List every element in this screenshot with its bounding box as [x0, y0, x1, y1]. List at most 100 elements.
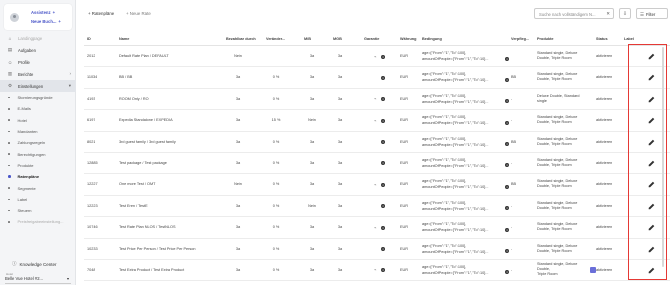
pencil-icon[interactable] [648, 53, 655, 60]
sidebar-item-0[interactable]: ⌂ Landingpage [0, 32, 76, 44]
sidebar-item-1[interactable]: ▤ Aufgaben [0, 44, 76, 56]
sidebar-subitem-3[interactable]: Mandanten [0, 126, 76, 137]
cell-mgb: 3a [337, 118, 343, 123]
sidebar-subitem-11[interactable]: Preisfreigabeeinstellung... [0, 216, 76, 227]
info-icon[interactable]: i [381, 75, 385, 80]
info-icon[interactable]: i [381, 182, 385, 187]
cell-paid: Nein [234, 182, 242, 187]
column-header[interactable]: MGB [333, 37, 342, 41]
pencil-icon[interactable] [648, 181, 655, 188]
info-icon[interactable]: i [505, 142, 509, 147]
cell-products-line: Double, Triple Room [537, 227, 572, 232]
add-rateplan-button[interactable]: + Ratenpläne [88, 11, 114, 16]
table-row[interactable]: 12885 Test package / Test package 3a 0 % 3a 3… [84, 153, 670, 175]
help-circle-icon: ⓘ [12, 261, 17, 266]
sidebar-subitem-8[interactable]: Segmente [0, 182, 76, 193]
avatar[interactable] [10, 13, 19, 22]
info-icon[interactable]: i [381, 118, 385, 123]
table-row[interactable]: 10233 Test Price Per Person / Test Price … [84, 239, 670, 260]
sidebar-item-4[interactable]: ⚙ Einstellungen ▾ [0, 80, 76, 92]
table-row[interactable]: 11034 BB / BB 3a 0 % 3a 3a i EUR age=["From":"1"… [84, 67, 670, 89]
column-header[interactable]: M/B [304, 37, 311, 41]
pencil-icon[interactable] [648, 96, 655, 103]
column-header[interactable]: Verpfleg... [511, 37, 529, 41]
sidebar-subitem-label: Berechtigungen [17, 151, 46, 157]
table-row[interactable]: 4193 ROOM Only / RO 3a 0 % 3a 3a ⌁ i EUR age=["Fr… [84, 89, 670, 111]
pencil-icon[interactable] [648, 246, 655, 253]
sidebar-subitem-2[interactable]: Hotel [0, 115, 76, 126]
pencil-icon[interactable] [648, 224, 655, 231]
column-header[interactable]: Name [119, 37, 129, 41]
column-header[interactable]: ID [87, 37, 91, 41]
sidebar-subitem-6[interactable]: Produkte [0, 160, 76, 171]
scrollbar[interactable] [662, 47, 664, 267]
column-header[interactable]: Produkte [537, 37, 553, 41]
hotel-select[interactable]: Belle Vue Hotel #2... ▾ [5, 276, 71, 284]
sidebar-subitem-9[interactable]: Label [0, 194, 76, 205]
filter-button[interactable]: ☰ Filter [636, 8, 668, 19]
hotel-select-value: Belle Vue Hotel #2... [5, 276, 44, 281]
column-header[interactable]: Bedingung [422, 37, 442, 41]
info-icon[interactable]: i [505, 120, 509, 125]
column-header[interactable]: Label [624, 37, 634, 41]
column-header[interactable]: Währung [400, 37, 416, 41]
cell-paid: 3a [235, 225, 241, 230]
info-icon[interactable]: i [381, 161, 385, 166]
info-icon[interactable]: i [505, 227, 509, 232]
pencil-icon[interactable] [648, 74, 655, 81]
sidebar-subitem-4[interactable]: Zahlungsregeln [0, 137, 76, 148]
info-icon[interactable]: i [505, 56, 509, 61]
new-rate-button[interactable]: + Neue Rate [126, 11, 151, 16]
info-icon[interactable]: i [381, 140, 385, 145]
cell-mgb: 3a [337, 203, 343, 208]
info-icon[interactable]: i [381, 247, 385, 252]
bullet-icon [8, 175, 11, 178]
info-icon[interactable]: i [505, 184, 509, 189]
pencil-icon[interactable] [648, 267, 655, 274]
info-icon[interactable]: i [381, 204, 385, 209]
sidebar-item-3[interactable]: ▥ Berichte › [0, 68, 76, 80]
table-row[interactable]: 6197 Expedia Standalone / EXPEDIA 3a 15 % Ne… [84, 110, 670, 132]
info-icon[interactable]: i [381, 268, 385, 273]
close-icon[interactable]: ✕ [606, 11, 610, 17]
info-icon[interactable]: i [381, 54, 385, 59]
assistant-link[interactable]: Assistenz + [31, 10, 55, 15]
sidebar-subitem-10[interactable]: Steuern [0, 205, 76, 216]
sidebar-subitem-0[interactable]: Stornierungsgründe [0, 92, 76, 103]
knowledge-center-link[interactable]: ⓘ Knowledge Center [12, 261, 57, 267]
info-icon[interactable]: i [505, 249, 509, 254]
table-row[interactable]: 12227 One more Test / OMT Nein 0 % 3a 3a ⌁ i EUR… [84, 174, 670, 196]
table-row[interactable]: 2012 Default Rate Plan / DEFAULT Nein 3a 3a ⌁… [84, 46, 670, 68]
info-icon[interactable]: i [505, 77, 509, 82]
info-icon[interactable]: i [381, 225, 385, 230]
info-icon[interactable]: i [505, 206, 509, 211]
sidebar-subitem-7[interactable]: Ratenpläne [0, 171, 76, 182]
pencil-icon[interactable] [648, 160, 655, 167]
pencil-icon[interactable] [648, 139, 655, 146]
new-booking-link[interactable]: Neue Buch... + [31, 19, 61, 24]
column-header[interactable]: Garantie [364, 37, 379, 41]
info-icon[interactable]: i [505, 163, 509, 168]
table-row[interactable]: 12223 Test Eren / TestE 3a 0 % Nein 3a i EUR age… [84, 196, 670, 218]
info-icon[interactable]: i [505, 99, 509, 104]
cell-board: - [511, 267, 513, 272]
info-icon[interactable]: i [381, 97, 385, 102]
table-row[interactable]: 10746 Test Rate Plan NLOS / TestNLOS 3a 0 %… [84, 217, 670, 239]
sidebar-subitem-1[interactable]: E-Mails [0, 103, 76, 114]
column-header[interactable]: Status [596, 37, 608, 41]
pencil-icon[interactable] [648, 117, 655, 124]
cell-mb: 3a [309, 139, 315, 144]
cell-currency: EUR [400, 246, 409, 251]
info-icon[interactable]: i [505, 270, 509, 275]
column-header[interactable]: Veränder... [266, 37, 285, 41]
export-icon: ⇩ [622, 11, 628, 17]
search-input[interactable]: Suche nach vollständigem N... ✕ [534, 8, 614, 19]
table-row[interactable]: 7048 Test Extra Product / Test Extra Prod… [84, 260, 670, 282]
sidebar-item-2[interactable]: ☺ Profile [0, 56, 76, 68]
table-row[interactable]: 8021 3rd guest family / 3rd guest family 3… [84, 132, 670, 153]
export-button[interactable]: ⇩ [619, 8, 631, 19]
pencil-icon[interactable] [648, 203, 655, 210]
sidebar-subitem-5[interactable]: Berechtigungen [0, 148, 76, 159]
cell-paid: 3a [235, 75, 241, 80]
column-header[interactable]: Bezahlbar durch [226, 37, 256, 41]
